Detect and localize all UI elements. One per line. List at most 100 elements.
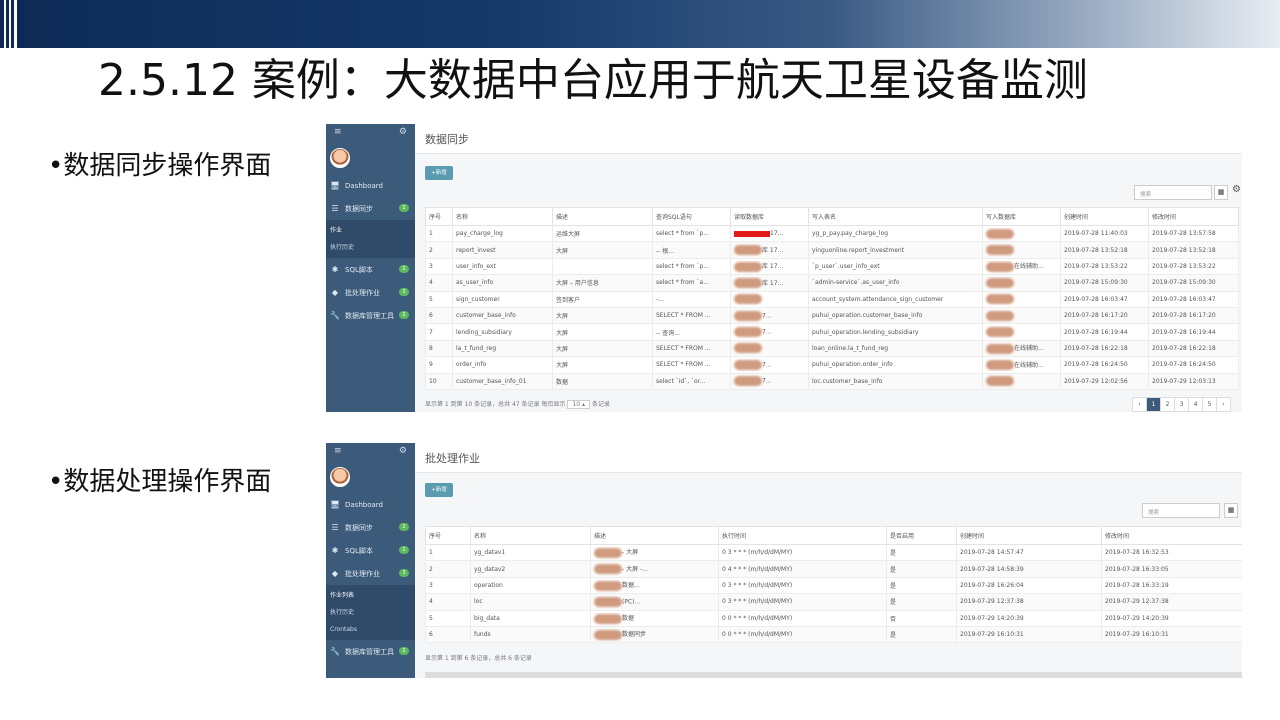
table-cell: 2019-07-28 16:33:19 [1101,576,1242,595]
table-cell: 3 [425,257,453,276]
sidebar-subitem-jobs[interactable]: 作业 [326,222,415,239]
table-cell: big_data [470,609,591,627]
column-header[interactable]: 序号 [425,207,453,226]
table-row[interactable]: 5 big_data 数据 0 0 * * * (m/h/d/dM/MY) 否 2019-… [425,609,1242,627]
column-header[interactable]: 读取数据库 [730,207,809,226]
add-button[interactable]: +新增 [425,483,453,497]
sidebar-item-data-sync[interactable]: ☰ 数据同步 2 [326,197,415,220]
table-row[interactable]: 3 user_info_ext select * from `p... 库 17...… [425,257,1239,276]
column-header[interactable]: 描述 [590,526,719,545]
page-button[interactable]: 4 [1188,397,1203,412]
table-row[interactable]: 1 pay_charge_log 运维大屏 select * from `p... 17… [425,224,1239,243]
page-button[interactable]: 3 [1174,397,1189,412]
page-size-select[interactable]: 10 ▴ [567,400,591,409]
page-button[interactable]: 5 [1202,397,1217,412]
column-header[interactable]: 创建时间 [956,526,1102,545]
sidebar-item-dashboard[interactable]: 🖥 Dashboard [326,493,415,516]
sidebar-item-dashboard[interactable]: 🖥 Dashboard [326,174,415,197]
tag-icon: ◆ [331,288,339,297]
sidebar-item-sql[interactable]: ✱ SQL脚本 2 [326,258,415,281]
table-cell: 在线辅助... [982,257,1061,276]
column-header[interactable]: 名称 [470,526,591,545]
table-row[interactable]: 10 customer_base_info_01 数据 select `id`, `o… [425,372,1239,390]
table-cell: 数据同步 [590,625,719,644]
search-input[interactable]: 搜索 [1142,503,1220,518]
table-row[interactable]: 6 funds 数据同步 0 0 * * * (m/h/d/dM/MY) 是 2019-0… [425,625,1242,644]
column-header[interactable]: 名称 [452,207,553,226]
list-icon: ☰ [331,204,339,213]
table-row[interactable]: 2 report_invest 大屏 -- 根... 库 17... yinguonlin… [425,241,1239,259]
sidebar-item-batch[interactable]: ◆ 批处理作业 3 [326,562,415,585]
menu-icon[interactable]: ≡ [334,446,342,456]
column-header[interactable]: 描述 [552,207,653,226]
table-row[interactable]: 7 lending_subsidiary 大屏 -- 查询... 7... puhui_o… [425,323,1239,341]
cell-text: 库 17... [762,279,784,287]
table-cell: 大屏 [552,339,653,358]
sidebar-item-label: 数据同步 [345,204,373,213]
table-cell: 9 [425,356,453,374]
table-cell: 2019-07-29 12:37:38 [956,593,1102,611]
table-row[interactable]: 8 la_t_fund_reg 大屏 SELECT * FROM ... loan_on… [425,339,1239,358]
sidebar-subitem-crontabs[interactable]: Crontabs [326,621,415,638]
table-cell [552,257,653,276]
sidebar-item-sql[interactable]: ✱ SQL脚本 2 [326,539,415,562]
table-row[interactable]: 5 sign_customer 签到客户 -... account_system.att… [425,290,1239,308]
search-input[interactable]: 搜索 [1134,185,1212,200]
sidebar-item-label: 数据同步 [345,523,373,532]
column-header[interactable]: 序号 [425,526,471,545]
sidebar-subitem-job-list[interactable]: 作业列表 [326,587,415,604]
page-button[interactable]: › [1216,397,1231,412]
table-row[interactable]: 4 loc (PC)... 0 3 * * * (m/h/d/dM/MY) 是 2019-… [425,593,1242,611]
table-row[interactable]: 1 yg_datav1- 大屏 0 3 * * * (m/h/d/dM/MY) 是 20… [425,543,1242,562]
page-button[interactable]: 2 [1160,397,1175,412]
table-cell: 2019-07-29 12:37:38 [1101,593,1242,611]
columns-icon[interactable]: ▦ [1224,503,1238,518]
count-badge: 3 [399,288,409,296]
page-button[interactable]: ‹ [1132,397,1147,412]
table-cell: 2019-07-28 16:32:53 [1101,543,1242,562]
table-row[interactable]: 9 order_info 大屏 SELECT * FROM ... 7... puhui_… [425,356,1239,374]
table-cell: 否 [886,609,957,627]
redaction-mark [594,613,622,624]
column-header[interactable]: 创建时间 [1060,207,1149,226]
gear-icon[interactable]: ⚙ [399,446,407,456]
sidebar-subitem-history[interactable]: 执行历史 [326,239,415,256]
sidebar-item-db-tools[interactable]: 🔧 数据库管理工具 2 [326,640,415,663]
column-header[interactable]: 是否启用 [886,526,957,545]
table-cell: 1 [425,543,471,562]
column-header[interactable]: 执行时间 [718,526,887,545]
column-header[interactable]: 查询SQL语句 [652,207,731,226]
column-header[interactable]: 修改时间 [1148,207,1239,226]
table-cell: customer_base_info [452,306,553,325]
redaction-mark [986,277,1014,288]
table-row[interactable]: 6 customer_base_info 大屏 SELECT * FROM ... 7.… [425,306,1239,325]
sidebar-subitem-history[interactable]: 执行历史 [326,604,415,621]
sidebar-item-db-tools[interactable]: 🔧 数据库管理工具 2 [326,304,415,327]
add-button[interactable]: +新增 [425,166,453,180]
table-cell [982,241,1061,259]
avatar[interactable] [330,467,350,487]
horizontal-scrollbar[interactable] [425,672,1242,678]
cell-text: 数据 [622,615,635,622]
table-row[interactable]: 2 yg_datav2 - 大屏 -... 0 4 * * * (m/h/d/dM/M… [425,560,1242,578]
settings-icon[interactable]: ⚙ [1232,184,1241,195]
table-row[interactable]: 4 as_user_info 大屏 – 用户信息 select * from `a..… [425,274,1239,292]
table-cell: 5 [425,609,471,627]
page-button[interactable]: 1 [1146,397,1161,412]
table-cell: 2019-07-28 16:17:20 [1148,306,1239,325]
columns-icon[interactable]: ▦ [1214,185,1228,200]
batch-screenshot: ≡ ⚙ 🖥 Dashboard ☰ 数据同步 2 ✱ SQL脚本 2 ◆ 批处理作业 3 作业列… [326,443,1242,678]
table-row[interactable]: 3 operation 数据... 0 3 * * * (m/h/d/dM/MY) 是 2… [425,576,1242,595]
column-header[interactable]: 写入数据库 [982,207,1061,226]
redaction-mark [986,294,1014,305]
count-badge: 2 [399,265,409,273]
gear-icon[interactable]: ⚙ [399,127,407,137]
table-cell: 10 [425,372,453,390]
menu-icon[interactable]: ≡ [334,127,342,137]
avatar[interactable] [330,148,350,168]
sidebar-item-data-sync[interactable]: ☰ 数据同步 2 [326,516,415,539]
sidebar-item-batch[interactable]: ◆ 批处理作业 3 [326,281,415,304]
monitor-icon: 🖥 [330,500,341,509]
column-header[interactable]: 修改时间 [1101,526,1242,545]
column-header[interactable]: 写入表名 [808,207,983,226]
